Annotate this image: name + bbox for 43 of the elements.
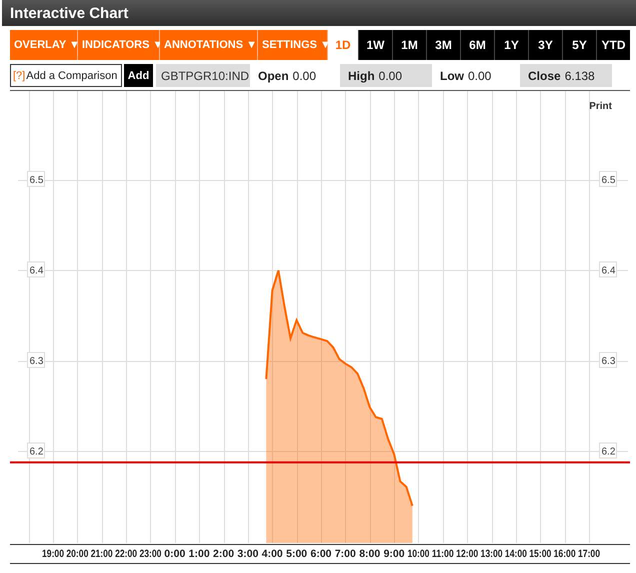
x-axis-label: 4:00: [262, 548, 283, 560]
y-axis-label: 6.2: [27, 442, 45, 458]
y-axis-label: 6.4: [27, 261, 45, 278]
x-axis-label: 9:00: [384, 548, 405, 560]
x-axis-label: 8:00: [359, 548, 380, 560]
x-axis-label: 6:00: [310, 548, 332, 560]
y-axis-label: 6.3: [599, 352, 617, 368]
range-tab[interactable]: 5Y: [562, 30, 596, 60]
quote-label: Open: [258, 68, 289, 82]
y-axis-label: 6.3: [27, 352, 45, 368]
y-axis-label: 6.5: [27, 170, 45, 187]
range-tab[interactable]: 1M: [392, 30, 426, 60]
quote-value: 0.00: [378, 68, 402, 82]
print-link[interactable]: Print: [589, 101, 612, 112]
ticker-label: GBTPGR10:IND: [156, 64, 250, 87]
x-axis-label: 3:00: [237, 548, 258, 560]
x-axis-label: 1:00: [188, 548, 210, 560]
y-tick-label: 6.3: [30, 356, 44, 367]
quote-value: 6.138: [564, 68, 595, 82]
quote-value: 0.00: [468, 68, 492, 82]
x-axis-label: 2:00: [213, 548, 234, 560]
range-tab[interactable]: 6M: [460, 30, 494, 60]
add-button[interactable]: Add: [124, 64, 153, 87]
quote-value: 0.00: [292, 68, 316, 82]
range-tab[interactable]: 1Y: [494, 30, 528, 60]
y-axis-label: 6.4: [599, 261, 617, 278]
range-tab[interactable]: 3M: [426, 30, 460, 60]
x-axis-label: 7:00: [334, 548, 356, 560]
y-tick-label: 6.4: [30, 265, 44, 276]
range-tab[interactable]: 3Y: [528, 30, 562, 60]
x-axis-label: 17:00: [578, 548, 605, 560]
x-axis-label: 0:00: [164, 548, 186, 560]
quote-label: Close: [528, 68, 561, 82]
quote-label: Low: [440, 68, 464, 82]
quote-label: High: [348, 68, 375, 82]
window-title: Interactive Chart: [9, 4, 130, 24]
range-tab[interactable]: YTD: [596, 30, 630, 60]
y-tick-label: 6.5: [30, 174, 44, 186]
x-axis-label: 5:00: [286, 548, 308, 560]
y-axis-label: 6.5: [599, 170, 617, 187]
y-axis-label: 6.2: [599, 442, 617, 458]
range-tab[interactable]: 1W: [358, 30, 392, 60]
y-tick-label: 6.2: [30, 446, 44, 458]
